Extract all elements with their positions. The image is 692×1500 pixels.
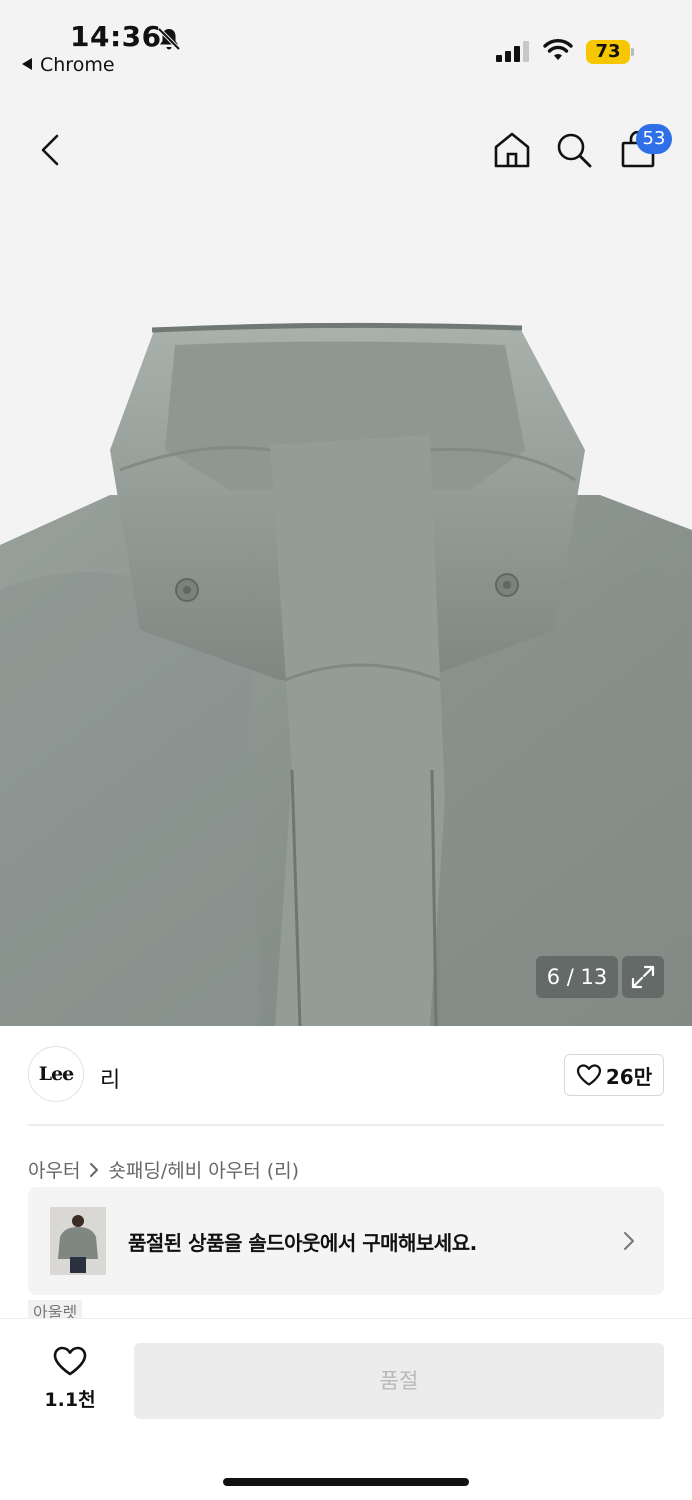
battery-level: 73: [586, 40, 630, 64]
home-indicator: [223, 1478, 469, 1486]
soldout-message: 품절된 상품을 솔드아웃에서 구매해보세요.: [128, 1231, 477, 1255]
chevron-right-icon: [624, 1232, 634, 1250]
product-image: [0, 322, 692, 1026]
back-app-label: Chrome: [40, 54, 115, 76]
breadcrumb: 아우터 숏패딩/헤비 아우터 (리): [28, 1156, 299, 1183]
image-page-counter: 6 / 13: [536, 956, 618, 998]
brand-like-count: 26만: [605, 1064, 653, 1089]
brand-like-button[interactable]: 26만: [564, 1054, 664, 1096]
status-time: 14:36: [70, 20, 162, 53]
battery-icon: 73: [586, 40, 634, 64]
heart-icon: [576, 1064, 601, 1086]
breadcrumb-category[interactable]: 아우터: [28, 1156, 80, 1183]
expand-icon: [631, 965, 655, 989]
brand-row: Lee 리 26만: [0, 1026, 692, 1126]
search-icon: [557, 133, 592, 168]
wishlist-button[interactable]: 1.1천: [30, 1345, 110, 1417]
divider: [28, 1124, 664, 1126]
product-image-gallery[interactable]: [0, 210, 692, 1026]
soldout-banner[interactable]: 품절된 상품을 솔드아웃에서 구매해보세요.: [28, 1187, 664, 1295]
brand-logo[interactable]: Lee: [28, 1046, 84, 1102]
brand-name[interactable]: 리: [100, 1062, 120, 1094]
wifi-icon: [543, 39, 573, 60]
top-nav-bar: [0, 90, 692, 210]
cart-badge: 53: [636, 124, 672, 154]
chevron-right-icon: [90, 1162, 99, 1177]
status-bar: 14:36 Chrome 73: [0, 0, 692, 90]
back-button[interactable]: [24, 124, 76, 176]
breadcrumb-subcategory[interactable]: 숏패딩/헤비 아우터 (리): [108, 1156, 299, 1183]
heart-icon: [53, 1346, 87, 1376]
home-button[interactable]: [486, 124, 538, 176]
soldout-purchase-button[interactable]: 품절: [134, 1343, 664, 1419]
search-button[interactable]: [548, 124, 600, 176]
signal-icon: [496, 40, 530, 62]
wishlist-count: 1.1천: [44, 1389, 96, 1411]
chevron-left-icon: [41, 134, 59, 166]
back-to-app[interactable]: Chrome: [22, 54, 115, 76]
home-icon: [494, 132, 530, 168]
back-triangle-icon: [22, 58, 32, 70]
expand-image-button[interactable]: [622, 956, 664, 998]
bell-off-icon: [157, 27, 181, 51]
soldout-thumbnail: [50, 1207, 106, 1275]
bottom-action-bar: 1.1천 품절: [0, 1318, 692, 1500]
